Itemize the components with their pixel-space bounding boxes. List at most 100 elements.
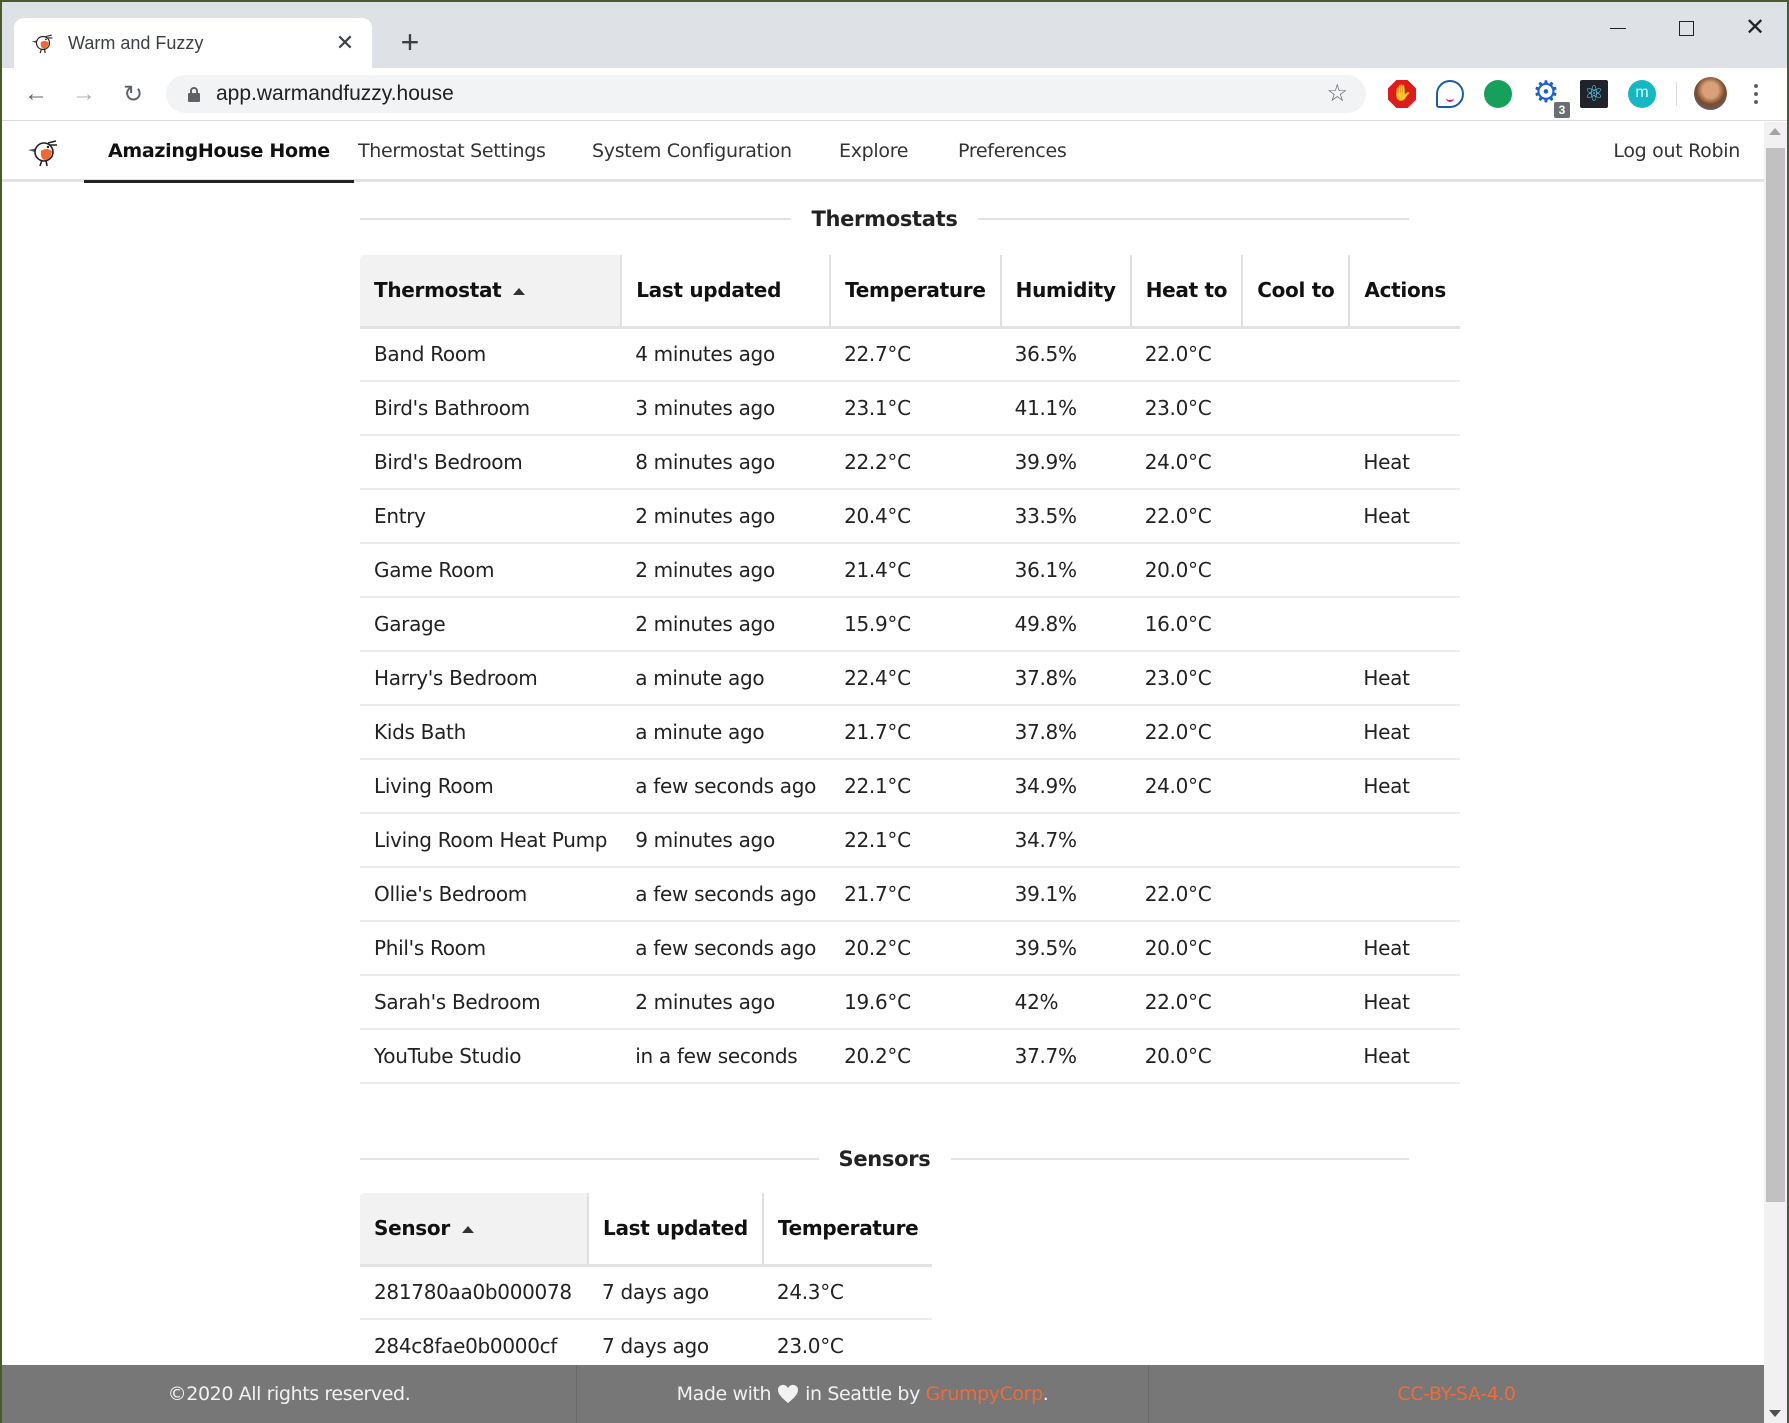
cell-cool-to <box>1242 327 1350 382</box>
cell-humidity: 36.5% <box>1000 327 1131 382</box>
robin-logo-icon[interactable] <box>26 136 62 168</box>
cell-temperature: 22.7°C <box>830 327 1001 382</box>
hangouts-icon[interactable] <box>1484 80 1512 108</box>
thermostat-row[interactable]: Band Room 4 minutes ago 22.7°C 36.5% 22.0°C <box>360 327 1460 382</box>
reload-icon[interactable]: ↻ <box>115 76 151 112</box>
gear-icon[interactable]: ⚙ 3 <box>1532 78 1570 118</box>
grumpycorp-link[interactable]: GrumpyCorp <box>926 1383 1044 1405</box>
chat-bubble-icon[interactable] <box>1436 80 1464 108</box>
bookmark-star-icon[interactable]: ☆ <box>1326 79 1348 108</box>
sensor-row[interactable]: 281780aa0b000078 7 days ago 24.3°C <box>360 1265 933 1320</box>
scroll-up-arrow-icon[interactable] <box>1769 128 1781 135</box>
cell-cool-to <box>1242 759 1350 814</box>
vertical-scrollbar[interactable] <box>1764 122 1787 1423</box>
address-bar[interactable]: app.warmandfuzzy.house ☆ <box>166 75 1366 113</box>
cell-actions <box>1349 327 1460 382</box>
cell-actions[interactable]: Heat <box>1349 705 1460 760</box>
column-header-temperature[interactable]: Temperature <box>761 1193 933 1267</box>
cell-actions[interactable]: Heat <box>1349 759 1460 814</box>
thermostat-row[interactable]: Sarah's Bedroom 2 minutes ago 19.6°C 42% 22.… <box>360 975 1460 1030</box>
thermostat-row[interactable]: YouTube Studio in a few seconds 20.2°C 37.7… <box>360 1029 1460 1084</box>
close-icon: ✕ <box>1744 14 1766 41</box>
cell-actions[interactable]: Heat <box>1349 975 1460 1030</box>
thermostat-row[interactable]: Ollie's Bedroom a few seconds ago 21.7°C 39… <box>360 867 1460 922</box>
cell-humidity: 37.8% <box>1000 651 1131 706</box>
license-link[interactable]: CC-BY-SA-4.0 <box>1397 1383 1516 1405</box>
nav-item-system-configuration[interactable]: System Configuration <box>592 122 792 182</box>
thermostat-row[interactable]: Living Room a few seconds ago 22.1°C 34.9% 2… <box>360 759 1460 814</box>
thermostat-row[interactable]: Garage 2 minutes ago 15.9°C 49.8% 16.0°C <box>360 597 1460 652</box>
m-circle-icon[interactable]: m <box>1628 80 1656 108</box>
close-icon[interactable]: ✕ <box>330 30 360 56</box>
sort-ascending-icon <box>461 1226 474 1234</box>
nav-item-explore[interactable]: Explore <box>839 122 909 182</box>
scrollbar-thumb[interactable] <box>1766 148 1785 1202</box>
cell-cool-to <box>1242 489 1350 544</box>
heading-rule <box>950 1158 1410 1160</box>
thermostats-table-body: Band Room 4 minutes ago 22.7°C 36.5% 22.0°C B… <box>360 327 1460 1084</box>
cell-thermostat: YouTube Studio <box>360 1029 622 1084</box>
thermostat-row[interactable]: Harry's Bedroom a minute ago 22.4°C 37.8% 23… <box>360 651 1460 706</box>
maximize-button[interactable] <box>1658 10 1714 46</box>
column-header-temperature[interactable]: Temperature <box>829 255 1001 329</box>
cell-thermostat: Bird's Bedroom <box>360 435 622 490</box>
back-arrow-icon[interactable]: ← <box>18 76 54 112</box>
cell-actions[interactable]: Heat <box>1349 435 1460 490</box>
thermostat-row[interactable]: Game Room 2 minutes ago 21.4°C 36.1% 20.0°C <box>360 543 1460 598</box>
minimize-button[interactable] <box>1590 10 1646 46</box>
cell-actions[interactable]: Heat <box>1349 1029 1460 1084</box>
cell-cool-to <box>1242 597 1350 652</box>
thermostat-row[interactable]: Bird's Bathroom 3 minutes ago 23.1°C 41.1% 2… <box>360 381 1460 436</box>
url-text[interactable]: app.warmandfuzzy.house <box>216 82 454 106</box>
browser-window: Warm and Fuzzy ✕ + ✕ ← → ↻ app.warmandfu… <box>2 2 1787 1423</box>
minimize-icon <box>1610 27 1626 29</box>
thermostat-row[interactable]: Kids Bath a minute ago 21.7°C 37.8% 22.0°C He… <box>360 705 1460 760</box>
cell-thermostat: Bird's Bathroom <box>360 381 622 436</box>
browser-tab-active[interactable]: Warm and Fuzzy ✕ <box>14 18 372 68</box>
cell-temperature: 20.2°C <box>830 921 1001 976</box>
column-header-heat-to[interactable]: Heat to <box>1129 255 1243 329</box>
column-header-actions[interactable]: Actions <box>1348 255 1460 329</box>
thermostats-title: Thermostats <box>811 207 958 231</box>
column-header-thermostat[interactable]: Thermostat <box>360 255 622 329</box>
cell-last-updated: a minute ago <box>621 651 831 706</box>
column-header-last-updated[interactable]: Last updated <box>620 255 831 329</box>
cell-actions[interactable]: Heat <box>1349 651 1460 706</box>
more-menu-icon[interactable] <box>1744 76 1768 112</box>
cell-actions[interactable]: Heat <box>1349 921 1460 976</box>
nav-item-home[interactable]: AmazingHouse Home <box>84 122 354 183</box>
plus-icon[interactable]: + <box>392 24 428 60</box>
column-header-sensor[interactable]: Sensor <box>360 1193 588 1267</box>
cell-actions <box>1349 867 1460 922</box>
copyright-text: ©2020 All rights reserved. <box>167 1383 411 1405</box>
thermostat-row[interactable]: Entry 2 minutes ago 20.4°C 33.5% 22.0°C Heat <box>360 489 1460 544</box>
stop-hand-icon[interactable]: ✋ <box>1388 80 1416 108</box>
cell-humidity: 39.9% <box>1000 435 1131 490</box>
cell-thermostat: Kids Bath <box>360 705 622 760</box>
profile-avatar[interactable] <box>1694 77 1727 110</box>
column-header-humidity[interactable]: Humidity <box>999 255 1131 329</box>
cell-heat-to: 24.0°C <box>1130 435 1243 490</box>
forward-arrow-icon[interactable]: → <box>66 76 102 112</box>
cell-heat-to: 22.0°C <box>1130 327 1243 382</box>
react-devtools-icon[interactable]: ⚛ <box>1580 80 1608 108</box>
column-header-last-updated[interactable]: Last updated <box>587 1193 763 1267</box>
thermostat-row[interactable]: Living Room Heat Pump 9 minutes ago 22.1°C… <box>360 813 1460 868</box>
window-close-button[interactable]: ✕ <box>1727 10 1783 46</box>
nav-item-preferences[interactable]: Preferences <box>958 122 1067 182</box>
column-header-cool-to[interactable]: Cool to <box>1241 255 1350 329</box>
cell-cool-to <box>1242 543 1350 598</box>
footer-license-cell: CC-BY-SA-4.0 <box>1149 1365 1764 1423</box>
scroll-down-arrow-icon[interactable] <box>1769 1410 1781 1417</box>
thermostats-heading: Thermostats <box>360 204 1410 234</box>
cell-cool-to <box>1242 651 1350 706</box>
thermostat-row[interactable]: Bird's Bedroom 8 minutes ago 22.2°C 39.9% 24… <box>360 435 1460 490</box>
cell-actions[interactable]: Heat <box>1349 489 1460 544</box>
cell-last-updated: in a few seconds <box>621 1029 831 1084</box>
cell-temperature: 23.1°C <box>830 381 1001 436</box>
nav-item-thermostat-settings[interactable]: Thermostat Settings <box>358 122 546 182</box>
logout-link[interactable]: Log out Robin <box>1613 122 1740 180</box>
thermostat-row[interactable]: Phil's Room a few seconds ago 20.2°C 39.5% 2… <box>360 921 1460 976</box>
cell-heat-to: 20.0°C <box>1130 1029 1243 1084</box>
lock-icon <box>188 87 200 102</box>
